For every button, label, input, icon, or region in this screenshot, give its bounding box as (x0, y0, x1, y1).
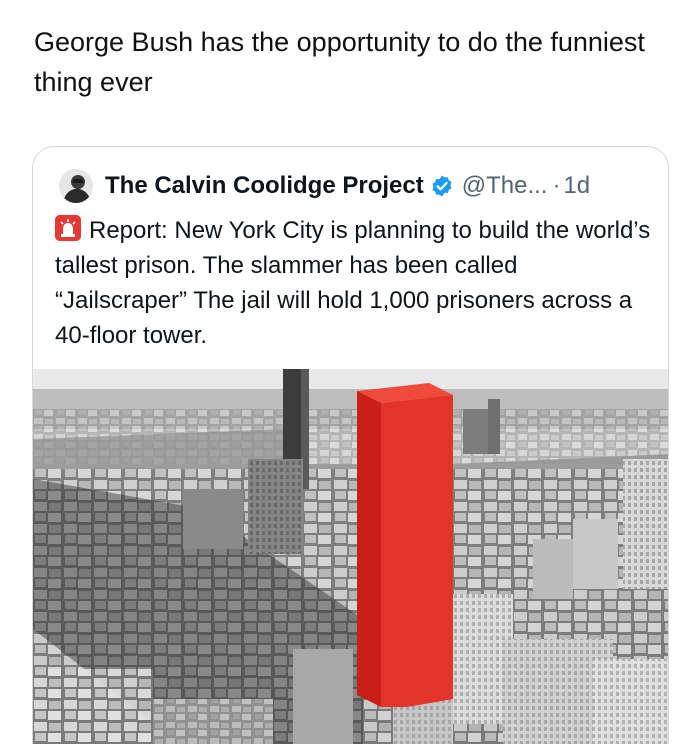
author-name[interactable]: The Calvin Coolidge Project (105, 172, 424, 200)
police-siren-icon (55, 215, 81, 241)
post-timestamp[interactable]: 1d (563, 172, 590, 200)
aerial-city-photo[interactable] (33, 369, 668, 744)
quoted-post-body: Report: New York City is planning to bui… (55, 213, 655, 353)
quoted-post-text: Report: New York City is planning to bui… (55, 217, 651, 349)
post-text: George Bush has the opportunity to do th… (34, 27, 645, 97)
verified-badge-icon (430, 174, 454, 198)
separator-dot: · (552, 172, 561, 199)
author-handle[interactable]: @The... (462, 172, 548, 200)
quoted-post-header: The Calvin Coolidge Project @The... · 1d (59, 169, 659, 203)
quoted-post-card[interactable]: The Calvin Coolidge Project @The... · 1d… (32, 146, 669, 744)
avatar[interactable] (59, 169, 93, 203)
